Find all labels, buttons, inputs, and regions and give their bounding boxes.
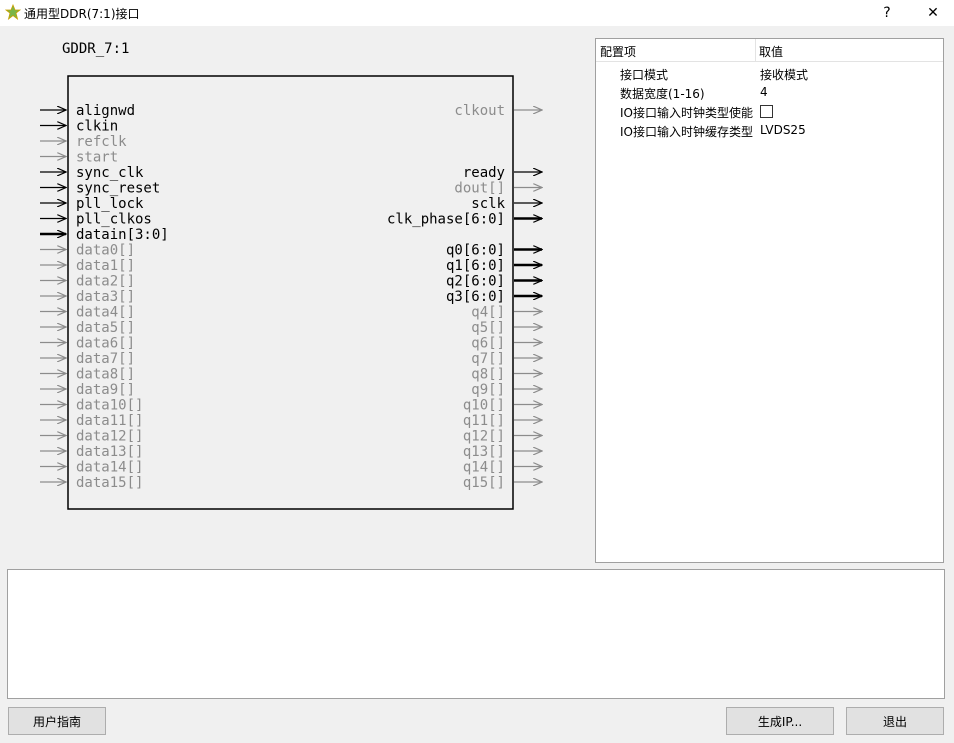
property-value[interactable]: 4 xyxy=(760,85,768,99)
right-port-label: clk_phase[6:0] xyxy=(387,212,505,228)
block-name: GDDR_7:1 xyxy=(62,41,129,57)
left-port-label: data11[] xyxy=(76,413,143,429)
user-guide-button[interactable]: 用户指南 xyxy=(8,707,106,735)
block-diagram: GDDR_7:1 alignwdclkinrefclkstartsync_clk… xyxy=(40,41,592,510)
left-port-label: pll_lock xyxy=(76,196,144,212)
generate-ip-button[interactable]: 生成IP... xyxy=(726,707,834,735)
left-port-label: data13[] xyxy=(76,444,143,460)
properties-table: 配置项 取值 接口模式 接收模式 数据宽度(1-16) 4 IO接口输入时钟类型… xyxy=(595,38,944,563)
left-port-label: data12[] xyxy=(76,429,143,445)
exit-button[interactable]: 退出 xyxy=(846,707,944,735)
left-port-label: data4[] xyxy=(76,305,135,321)
property-key: IO接口输入时钟缓存类型 xyxy=(620,125,753,139)
property-key: 接口模式 xyxy=(620,68,669,82)
column-header-item: 配置项 xyxy=(600,45,637,59)
left-port-label: data10[] xyxy=(76,398,143,414)
right-port-label: q12[] xyxy=(463,429,505,445)
right-port-label: q10[] xyxy=(463,398,505,414)
property-value[interactable]: 接收模式 xyxy=(760,66,808,83)
close-button[interactable]: ✕ xyxy=(914,0,952,26)
right-port-label: q3[6:0] xyxy=(446,289,505,305)
left-port-label: data0[] xyxy=(76,243,135,259)
property-value[interactable]: LVDS25 xyxy=(760,123,806,137)
left-port-label: data9[] xyxy=(76,382,135,398)
right-port-label: q6[] xyxy=(471,336,505,352)
left-port-label: data15[] xyxy=(76,475,143,491)
right-port-label: q14[] xyxy=(463,460,505,476)
help-button[interactable]: ? xyxy=(868,0,906,26)
property-row-clock-buffer[interactable]: IO接口输入时钟缓存类型 LVDS25 xyxy=(596,121,943,140)
left-port-label: data1[] xyxy=(76,258,135,274)
title-bar: 通用型DDR(7:1)接口 ? ✕ xyxy=(0,0,954,26)
left-port-label: clkin xyxy=(76,119,118,135)
left-port-label: data14[] xyxy=(76,460,143,476)
left-port-label: refclk xyxy=(76,134,127,150)
window-title: 通用型DDR(7:1)接口 xyxy=(24,7,140,21)
left-port-label: alignwd xyxy=(76,103,135,119)
right-port-label: ready xyxy=(463,165,505,181)
right-port-label: q9[] xyxy=(471,382,505,398)
left-port-label: data7[] xyxy=(76,351,135,367)
left-port-label: data6[] xyxy=(76,336,135,352)
right-port-label: q11[] xyxy=(463,413,505,429)
right-port-label: q1[6:0] xyxy=(446,258,505,274)
clock-enable-checkbox[interactable] xyxy=(760,105,773,118)
left-port-label: sync_clk xyxy=(76,165,144,181)
right-port-label: q7[] xyxy=(471,351,505,367)
right-port-label: q8[] xyxy=(471,367,505,383)
left-port-label: datain[3:0] xyxy=(76,227,169,243)
message-log[interactable] xyxy=(7,569,945,699)
left-port-label: pll_clkos xyxy=(76,212,152,228)
property-row-clock-enable[interactable]: IO接口输入时钟类型使能 xyxy=(596,102,943,121)
right-port-label: q0[6:0] xyxy=(446,243,505,259)
left-port-label: start xyxy=(76,150,118,166)
right-port-label: dout[] xyxy=(454,181,505,197)
left-port-label: sync_reset xyxy=(76,181,160,197)
right-port-label: sclk xyxy=(471,196,505,212)
column-header-value: 取值 xyxy=(759,45,784,59)
property-row-data-width[interactable]: 数据宽度(1-16) 4 xyxy=(596,83,943,102)
right-port-label: q15[] xyxy=(463,475,505,491)
right-port-label: clkout xyxy=(454,103,505,119)
left-port-label: data3[] xyxy=(76,289,135,305)
properties-header: 配置项 取值 xyxy=(596,39,943,62)
right-port-label: q4[] xyxy=(471,305,505,321)
property-key: IO接口输入时钟类型使能 xyxy=(620,106,753,120)
app-logo-icon xyxy=(5,4,21,20)
left-port-label: data8[] xyxy=(76,367,135,383)
property-key: 数据宽度(1-16) xyxy=(620,87,705,101)
left-port-label: data2[] xyxy=(76,274,135,290)
left-port-label: data5[] xyxy=(76,320,135,336)
property-row-interface-mode[interactable]: 接口模式 接收模式 xyxy=(596,64,943,83)
right-port-label: q2[6:0] xyxy=(446,274,505,290)
right-port-label: q13[] xyxy=(463,444,505,460)
right-port-label: q5[] xyxy=(471,320,505,336)
